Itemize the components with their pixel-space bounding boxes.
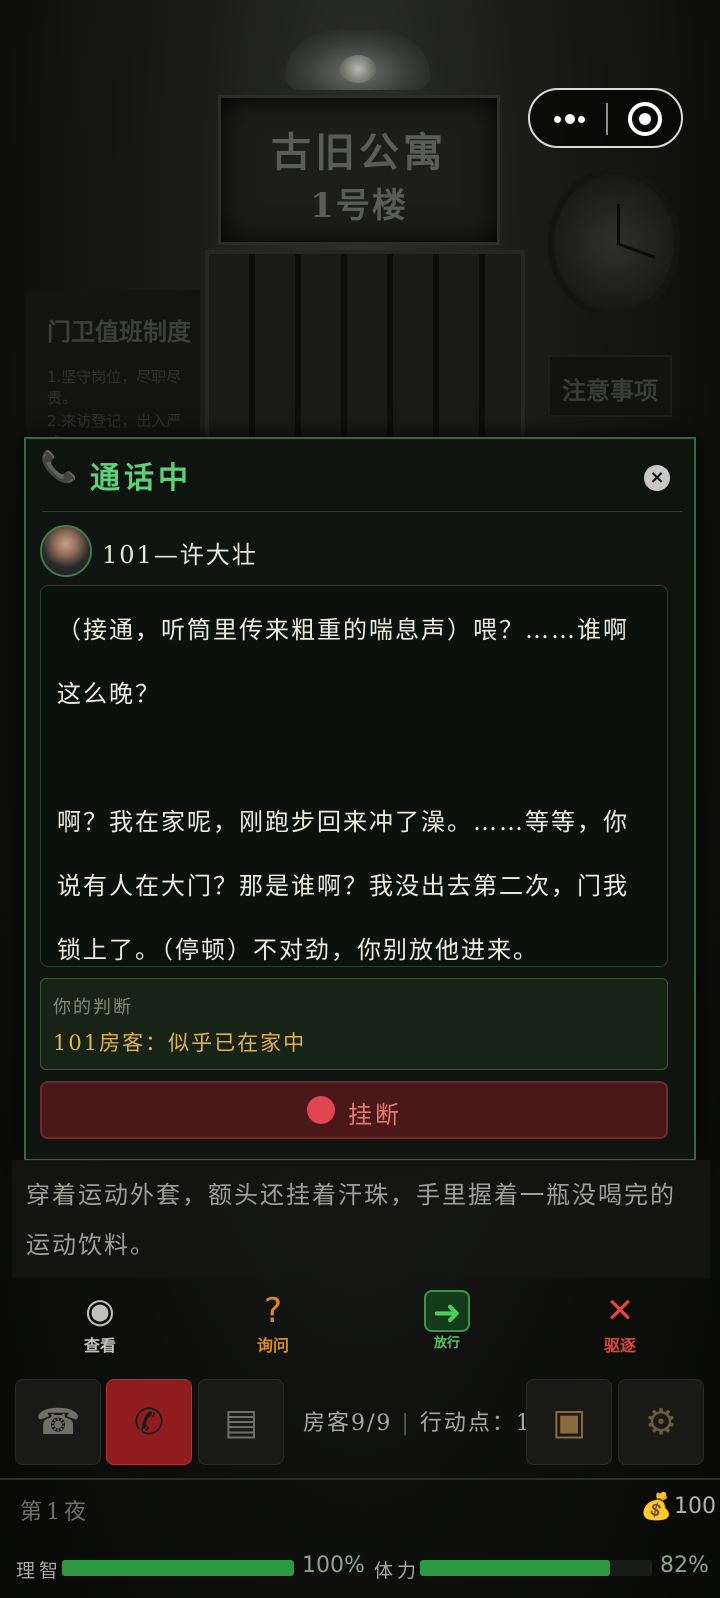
sanity-bar	[62, 1560, 294, 1576]
deny-label: 驱逐	[603, 1336, 636, 1355]
rules-line-1: 1.坚守岗位，尽职尽责。	[47, 368, 182, 407]
building-sign: 古旧公寓 1号楼	[218, 95, 500, 245]
stats-separator: |	[401, 1411, 411, 1436]
sign-line-2: 1号楼	[310, 186, 408, 226]
pass-button[interactable]: ➜ 放行	[397, 1290, 497, 1360]
rotary-phone-icon: ☎	[35, 1402, 81, 1443]
toolbar-stats: 房客9/9 | 行动点：1	[303, 1405, 532, 1437]
status-divider	[0, 1478, 720, 1480]
clock-minute-hand	[616, 242, 656, 259]
question-icon: ?	[263, 1291, 283, 1331]
treasure-chest-icon: ▣	[551, 1402, 586, 1443]
handset-icon: ✆	[133, 1402, 165, 1443]
judgement-label: 你的判断	[53, 997, 133, 1018]
exit-miniprogram-icon[interactable]	[628, 102, 662, 136]
miniprogram-capsule	[528, 88, 683, 148]
arrow-right-icon: ➜	[424, 1290, 470, 1333]
judgement-value: 101房客：似乎已在家中	[53, 1031, 307, 1055]
money-bag-icon: 💰	[640, 1492, 673, 1522]
caller-info: 101—许大壮	[40, 525, 680, 579]
sanity-bar-fill	[62, 1560, 294, 1576]
close-icon[interactable]: ×	[644, 465, 670, 491]
inventory-button[interactable]: ▣	[526, 1379, 612, 1465]
lamp-bulb	[340, 55, 376, 83]
notice-text: 注意事项	[562, 377, 658, 405]
header-divider	[42, 511, 682, 512]
night-counter: 第1夜	[20, 1500, 90, 1525]
logbook-button[interactable]: ▤	[198, 1379, 284, 1465]
crossed-out-icon: ✕	[605, 1291, 635, 1331]
stamina-bar-fill	[420, 1560, 611, 1576]
sign-line-1: 古旧公寓	[271, 129, 447, 176]
settings-button[interactable]: ⚙	[618, 1379, 704, 1465]
sanity-label: 理智	[16, 1560, 63, 1582]
toolbar: ☎ ✆ ▤ 房客9/9 | 行动点：1 ▣ ⚙	[0, 1379, 720, 1467]
view-button[interactable]: ◉ 查看	[50, 1290, 150, 1360]
action-bar: ◉ 查看 ? 询问 ➜ 放行 ✕ 驱逐	[0, 1290, 720, 1360]
hangup-button[interactable]: 挂断	[40, 1081, 668, 1139]
gear-icon: ⚙	[644, 1402, 678, 1443]
hangup-icon	[307, 1096, 335, 1124]
sanity-value: 100%	[302, 1553, 365, 1578]
ask-button[interactable]: ? 询问	[223, 1290, 323, 1360]
capsule-divider	[606, 103, 608, 135]
eye-icon: ◉	[85, 1291, 115, 1331]
handset-button[interactable]: ✆	[106, 1379, 192, 1465]
pass-label: 放行	[433, 1336, 460, 1351]
stamina-bar	[420, 1560, 652, 1576]
dialog-header: 📞 通话中 ×	[26, 439, 694, 511]
wall-clock-icon	[548, 168, 680, 318]
call-transcript: （接通，听筒里传来粗重的喘息声）喂？……谁啊这么晚？ 啊？我在家呢，刚跑步回来冲…	[40, 585, 668, 967]
call-dialog: 📞 通话中 × 101—许大壮 （接通，听筒里传来粗重的喘息声）喂？……谁啊这么…	[24, 437, 696, 1161]
stamina-value: 82%	[660, 1553, 709, 1578]
stamina-label: 体力	[374, 1560, 421, 1582]
rules-title: 门卫值班制度	[47, 318, 191, 346]
money-amount: 100	[674, 1494, 716, 1519]
duty-rules-board: 门卫值班制度 1.坚守岗位，尽职尽责。 2.来访登记，出入严格。	[25, 290, 200, 451]
tenant-count: 房客9/9	[303, 1411, 393, 1436]
clock-hour-hand	[617, 204, 620, 244]
view-label: 查看	[83, 1336, 116, 1355]
transcript-paragraph-2: 啊？我在家呢，刚跑步回来冲了澡。……等等，你说有人在大门？那是谁啊？我没出去第二…	[57, 808, 629, 964]
hangup-label: 挂断	[348, 1101, 402, 1129]
ask-label: 询问	[256, 1336, 289, 1355]
dialog-title: 通话中	[90, 461, 192, 496]
book-icon: ▤	[223, 1402, 258, 1443]
tenant-description: 穿着运动外套，额头还挂着汗珠，手里握着一瓶没喝完的运动饮料。	[12, 1160, 710, 1278]
transcript-paragraph-1: （接通，听筒里传来粗重的喘息声）喂？……谁啊这么晚？	[57, 616, 629, 708]
notice-board: 注意事项	[548, 355, 672, 417]
more-options-icon[interactable]	[530, 90, 607, 146]
tenant-description-text: 穿着运动外套，额头还挂着汗珠，手里握着一瓶没喝完的运动饮料。	[26, 1181, 676, 1259]
judgement-panel: 你的判断 101房客：似乎已在家中	[40, 978, 668, 1070]
caller-name: 101—许大壮	[102, 541, 258, 569]
action-points: 行动点：1	[419, 1411, 532, 1436]
phone-icon: 📞	[40, 450, 78, 485]
caller-avatar	[40, 525, 92, 577]
deny-button[interactable]: ✕ 驱逐	[570, 1290, 670, 1360]
rotary-phone-button[interactable]: ☎	[15, 1379, 101, 1465]
